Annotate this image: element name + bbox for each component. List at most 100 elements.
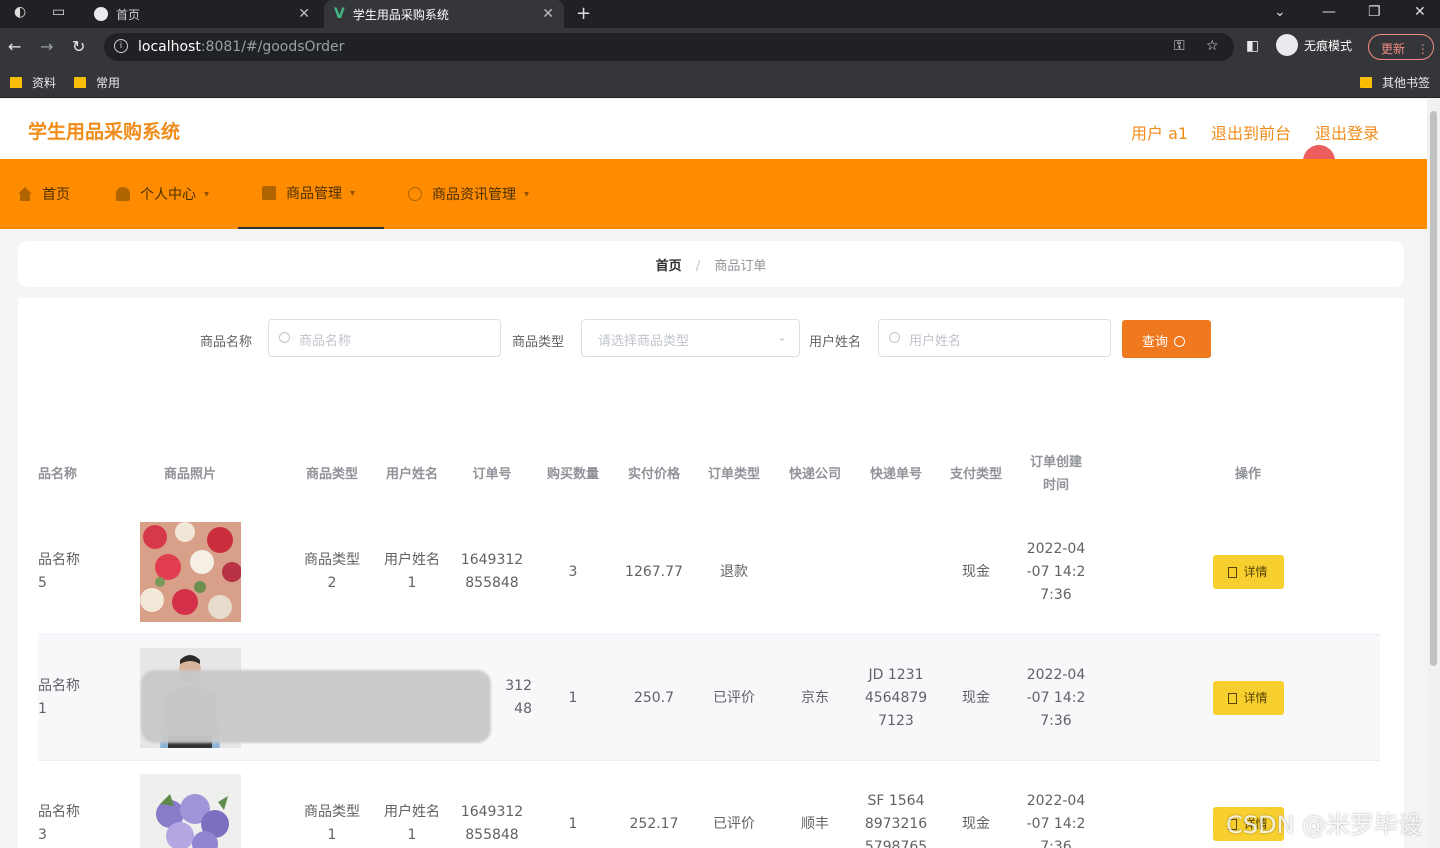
goods-name-label: 商品名称 — [200, 335, 253, 350]
query-label: 查询 — [1142, 335, 1169, 350]
globe-icon — [94, 7, 108, 21]
folder-icon — [10, 77, 22, 88]
column-header: 订单号 — [472, 466, 512, 482]
user-icon — [116, 187, 130, 201]
key-icon[interactable]: ⚿ — [1174, 38, 1185, 54]
nav-label: 商品资讯管理 — [432, 187, 516, 203]
nav-label: 首页 — [42, 187, 70, 203]
user-name-label: 用户姓名 — [809, 335, 862, 350]
tab-search-icon[interactable]: ⌄ — [1274, 4, 1286, 20]
column-header: 品名称 — [38, 466, 78, 482]
goods-type-label: 商品类型 — [512, 335, 565, 350]
goods-photo — [139, 522, 241, 622]
nav-item-goods[interactable]: 商品管理 ▾ — [238, 159, 384, 229]
tab-strip-icon[interactable]: ▭ — [52, 4, 65, 20]
incognito-icon — [1276, 34, 1298, 56]
search-icon — [1174, 336, 1186, 347]
user-name-cell: 用户姓名 1 — [384, 804, 440, 843]
goods-photo-cell — [130, 761, 250, 848]
browser-menu-icon[interactable]: ◐ — [14, 4, 26, 20]
close-icon[interactable]: ✕ — [542, 6, 554, 22]
breadcrumb-home[interactable]: 首页 — [656, 259, 682, 274]
column-header: 商品类型 — [305, 466, 358, 482]
created-time-cell: 2022-04 -07 14:2 7:36 — [1026, 540, 1086, 603]
action-cell: 详情 — [1138, 635, 1358, 761]
update-label: 更新 — [1381, 42, 1406, 56]
quantity-cell: 1 — [568, 815, 578, 832]
other-bookmarks[interactable]: 其他书签 — [1360, 74, 1430, 91]
close-icon[interactable]: ✕ — [298, 6, 310, 22]
order-no-cell: 1649312 855848 — [460, 804, 524, 843]
site-header: 学生用品采购系统 用户 a1 退出到前台 退出登录 — [0, 99, 1427, 177]
user-label[interactable]: 用户 a1 — [1131, 120, 1188, 144]
chevron-down-icon: ⌄ — [776, 330, 787, 344]
detail-button[interactable]: 详情 — [1212, 555, 1284, 589]
page-scrollbar[interactable] — [1427, 99, 1440, 848]
bookmarks-bar: 资料 常用 其他书签 — [0, 66, 1440, 98]
nav-item-news[interactable]: 商品资讯管理 ▾ — [408, 159, 529, 229]
order-type-cell: 已评价 — [713, 689, 755, 706]
goods-icon — [262, 186, 276, 200]
url-field[interactable]: i localhost:8081/#/goodsOrder — [104, 33, 1234, 61]
search-icon — [889, 332, 900, 343]
back-to-front-link[interactable]: 退出到前台 — [1211, 120, 1291, 144]
restore-icon[interactable]: ❐ — [1368, 4, 1381, 20]
address-bar: ← → ↻ i localhost:8081/#/goodsOrder ⚿ ☆ … — [0, 28, 1440, 66]
sidebar-icon[interactable]: ◧ — [1246, 38, 1259, 54]
column-header: 实付价格 — [627, 466, 680, 482]
tracking-cell — [856, 509, 936, 635]
table-header: 品名称 商品照片 商品类型 用户姓名 订单号 购买数量 实付价格 订单类型 快递… — [38, 439, 1380, 509]
url-host: localhost — [138, 39, 201, 55]
pay-type-cell: 现金 — [962, 563, 990, 580]
placeholder: 请选择商品类型 — [598, 334, 690, 349]
info-icon[interactable]: i — [114, 39, 128, 53]
goods-type-cell: 商品类型 2 — [304, 552, 360, 591]
breadcrumb-current: 商品订单 — [714, 259, 767, 274]
nav-item-home[interactable]: 首页 — [18, 159, 70, 229]
order-type-cell: 退款 — [720, 563, 748, 580]
bookmark-folder[interactable]: 资料 — [10, 74, 56, 91]
order-no-cell: 1649312 855848 — [460, 552, 524, 591]
more-icon: ⋮ — [1416, 42, 1429, 56]
bookmark-folder[interactable]: 常用 — [74, 74, 120, 91]
nav-item-profile[interactable]: 个人中心 ▾ — [116, 159, 209, 229]
logout-link[interactable]: 退出登录 — [1315, 120, 1379, 144]
goods-type-select[interactable]: 请选择商品类型 ⌄ — [581, 319, 800, 357]
search-icon — [279, 332, 290, 343]
browser-tab-active[interactable]: V 学生用品采购系统 ✕ — [324, 0, 564, 28]
watermark: CSDN @米罗毕设 — [1226, 811, 1423, 839]
browser-tab-home[interactable]: 首页 ✕ — [84, 0, 320, 28]
action-cell: 详情 — [1138, 509, 1358, 635]
back-icon[interactable]: ← — [8, 37, 21, 56]
incognito-label: 无痕模式 — [1304, 38, 1353, 53]
tab-title: 学生用品采购系统 — [352, 7, 449, 22]
table-row: 品名称 5 商品类型 2 用户姓名 1 1649312 855848 3 126… — [38, 509, 1380, 635]
minimize-icon[interactable]: — — [1322, 4, 1336, 20]
column-header: 购买数量 — [546, 466, 599, 482]
window-close-icon[interactable]: ✕ — [1414, 4, 1426, 20]
column-header: 支付类型 — [949, 466, 1002, 482]
goods-photo-cell — [130, 509, 250, 635]
goods-name-input[interactable]: 商品名称 — [268, 319, 501, 357]
breadcrumb-separator: / — [695, 259, 701, 274]
reload-icon[interactable]: ↻ — [72, 37, 85, 56]
site-title: 学生用品采购系统 — [28, 121, 181, 143]
incognito-indicator[interactable]: 无痕模式 — [1276, 34, 1352, 56]
new-tab-icon[interactable]: + — [576, 3, 591, 24]
column-header: 快递单号 — [869, 466, 922, 482]
vue-logo-icon: V — [334, 6, 345, 22]
tracking-cell: JD 1231 4564879 7123 — [864, 666, 928, 729]
forward-icon[interactable]: → — [40, 37, 53, 56]
tab-title: 首页 — [116, 7, 141, 22]
query-button[interactable]: 查询 — [1122, 320, 1211, 358]
star-icon[interactable]: ☆ — [1206, 38, 1219, 54]
price-cell: 250.7 — [633, 689, 675, 706]
scrollbar-thumb[interactable] — [1430, 111, 1437, 666]
table-row: 品名称 3 商品类型 1 用户姓名 1 1649312 855848 1 252… — [38, 761, 1380, 848]
column-header: 商品照片 — [163, 466, 216, 482]
courier-cell: 京东 — [801, 689, 829, 706]
user-name-input[interactable]: 用户姓名 — [878, 319, 1111, 357]
update-button[interactable]: 更新 ⋮ — [1368, 34, 1434, 60]
chevron-down-icon: ▾ — [204, 188, 210, 200]
detail-button[interactable]: 详情 — [1212, 681, 1284, 715]
